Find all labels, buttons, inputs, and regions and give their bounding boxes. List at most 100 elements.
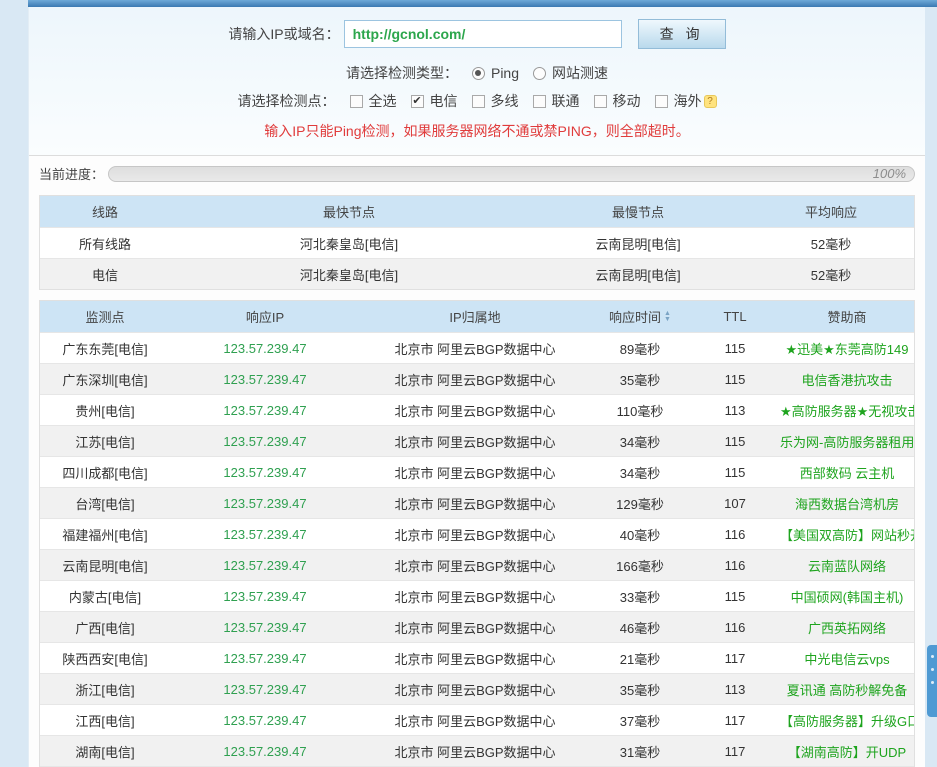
progress-bar: 100% bbox=[108, 166, 915, 182]
sponsor-cell: 【湖南高防】开UDP bbox=[780, 742, 914, 761]
checkbox-unchecked-icon[interactable] bbox=[350, 95, 363, 108]
summary-cell: 云南昆明[电信] bbox=[528, 234, 748, 253]
response-time-cell: 46毫秒 bbox=[590, 618, 690, 637]
checkbox-unchecked-icon[interactable] bbox=[594, 95, 607, 108]
progress-value: 100% bbox=[873, 166, 906, 181]
query-form: 请输入IP或域名： 查 询 请选择检测类型： Ping网站测速 请选择检测点： … bbox=[29, 7, 925, 156]
floating-side-widget[interactable] bbox=[927, 645, 937, 717]
ttl-cell: 116 bbox=[690, 558, 780, 573]
checkbox-option-0[interactable]: 全选 bbox=[350, 91, 397, 111]
result-row: 广西[电信]123.57.239.47北京市 阿里云BGP数据中心46毫秒116… bbox=[40, 611, 914, 642]
sort-arrows-icon[interactable]: ▲▼ bbox=[664, 311, 671, 323]
response-ip-cell: 123.57.239.47 bbox=[170, 744, 360, 759]
result-row: 贵州[电信]123.57.239.47北京市 阿里云BGP数据中心110毫秒11… bbox=[40, 394, 914, 425]
ttl-cell: 117 bbox=[690, 744, 780, 759]
ttl-cell: 116 bbox=[690, 527, 780, 542]
checkbox-unchecked-icon[interactable] bbox=[533, 95, 546, 108]
result-row: 广东深圳[电信]123.57.239.47北京市 阿里云BGP数据中心35毫秒1… bbox=[40, 363, 914, 394]
result-header-cell: 监测点 bbox=[40, 307, 170, 326]
response-time-cell: 34毫秒 bbox=[590, 432, 690, 451]
monitor-cell: 浙江[电信] bbox=[40, 680, 170, 699]
sponsor-cell: 夏讯通 高防秒解免备 bbox=[780, 680, 914, 699]
response-ip-cell: 123.57.239.47 bbox=[170, 434, 360, 449]
ip-domain-input[interactable] bbox=[344, 20, 622, 48]
checkbox-option-5[interactable]: 海外? bbox=[655, 91, 717, 111]
sponsor-link[interactable]: ★迅美★东莞高防149 bbox=[786, 342, 909, 357]
summary-header-cell: 平均响应 bbox=[748, 202, 914, 221]
result-row: 陕西西安[电信]123.57.239.47北京市 阿里云BGP数据中心21毫秒1… bbox=[40, 642, 914, 673]
response-time-cell: 34毫秒 bbox=[590, 463, 690, 482]
monitor-cell: 广东深圳[电信] bbox=[40, 370, 170, 389]
radio-label: Ping bbox=[491, 65, 519, 81]
sponsor-link[interactable]: 广西英拓网络 bbox=[808, 621, 886, 636]
summary-cell: 52毫秒 bbox=[748, 234, 914, 253]
result-row: 云南昆明[电信]123.57.239.47北京市 阿里云BGP数据中心166毫秒… bbox=[40, 549, 914, 580]
result-header-cell: 响应时间▲▼ bbox=[590, 307, 690, 326]
summary-cell: 云南昆明[电信] bbox=[528, 265, 748, 284]
query-button[interactable]: 查 询 bbox=[638, 19, 726, 49]
summary-table-header: 线路最快节点最慢节点平均响应 bbox=[40, 196, 914, 227]
response-time-cell: 40毫秒 bbox=[590, 525, 690, 544]
response-ip-cell: 123.57.239.47 bbox=[170, 651, 360, 666]
result-row: 浙江[电信]123.57.239.47北京市 阿里云BGP数据中心35毫秒113… bbox=[40, 673, 914, 704]
checkbox-label: 联通 bbox=[552, 91, 580, 111]
result-row: 江苏[电信]123.57.239.47北京市 阿里云BGP数据中心34毫秒115… bbox=[40, 425, 914, 456]
checkbox-unchecked-icon[interactable] bbox=[472, 95, 485, 108]
ttl-cell: 115 bbox=[690, 589, 780, 604]
ip-location-cell: 北京市 阿里云BGP数据中心 bbox=[360, 463, 590, 482]
ip-field-label: 请输入IP或域名： bbox=[228, 24, 339, 44]
checkbox-option-1[interactable]: ✔电信 bbox=[411, 91, 458, 111]
summary-cell: 河北秦皇岛[电信] bbox=[170, 234, 528, 253]
response-ip-cell: 123.57.239.47 bbox=[170, 682, 360, 697]
ttl-cell: 115 bbox=[690, 372, 780, 387]
sponsor-link[interactable]: 【湖南高防】开UDP bbox=[788, 745, 906, 760]
sponsor-link[interactable]: 电信香港抗攻击 bbox=[801, 373, 892, 388]
radio-label: 网站测速 bbox=[552, 63, 608, 83]
ttl-cell: 115 bbox=[690, 341, 780, 356]
response-ip-cell: 123.57.239.47 bbox=[170, 465, 360, 480]
monitor-cell: 内蒙古[电信] bbox=[40, 587, 170, 606]
radio-unselected-icon[interactable] bbox=[533, 67, 546, 80]
checkbox-option-4[interactable]: 移动 bbox=[594, 91, 641, 111]
result-table: 监测点响应IPIP归属地响应时间▲▼TTL赞助商 广东东莞[电信]123.57.… bbox=[39, 300, 915, 767]
sponsor-cell: 【美国双高防】网站秒开 bbox=[780, 525, 914, 544]
progress-label: 当前进度： bbox=[39, 164, 104, 183]
monitor-cell: 四川成都[电信] bbox=[40, 463, 170, 482]
checkbox-checked-icon[interactable]: ✔ bbox=[411, 95, 424, 108]
monitor-cell: 陕西西安[电信] bbox=[40, 649, 170, 668]
checkbox-option-2[interactable]: 多线 bbox=[472, 91, 519, 111]
sort-response-time-header[interactable]: 响应时间▲▼ bbox=[609, 307, 671, 326]
response-ip-cell: 123.57.239.47 bbox=[170, 527, 360, 542]
sponsor-link[interactable]: 中国硕网(韩国主机) bbox=[791, 590, 904, 605]
response-time-cell: 35毫秒 bbox=[590, 370, 690, 389]
sponsor-link[interactable]: 乐为网-高防服务器租用 bbox=[780, 435, 914, 450]
sponsor-link[interactable]: 云南蓝队网络 bbox=[808, 559, 886, 574]
sponsor-cell: 【高防服务器】升级G口 bbox=[780, 711, 914, 730]
radio-option-1[interactable]: 网站测速 bbox=[533, 63, 608, 83]
sponsor-link[interactable]: 【美国双高防】网站秒开 bbox=[780, 528, 914, 543]
response-ip-cell: 123.57.239.47 bbox=[170, 713, 360, 728]
checkbox-unchecked-icon[interactable] bbox=[655, 95, 668, 108]
sponsor-cell: 云南蓝队网络 bbox=[780, 556, 914, 575]
warning-text: 输入IP只能Ping检测，如果服务器网络不通或禁PING，则全部超时。 bbox=[29, 121, 925, 155]
response-time-cell: 110毫秒 bbox=[590, 401, 690, 420]
sponsor-link[interactable]: 夏讯通 高防秒解免备 bbox=[787, 683, 908, 698]
sponsor-link[interactable]: 海西数据台湾机房 bbox=[795, 497, 899, 512]
sponsor-link[interactable]: 西部数码 云主机 bbox=[800, 466, 895, 481]
result-header-cell: IP归属地 bbox=[360, 307, 590, 326]
radio-selected-icon[interactable] bbox=[472, 67, 485, 80]
result-row: 湖南[电信]123.57.239.47北京市 阿里云BGP数据中心31毫秒117… bbox=[40, 735, 914, 766]
summary-table: 线路最快节点最慢节点平均响应 所有线路河北秦皇岛[电信]云南昆明[电信]52毫秒… bbox=[39, 195, 915, 290]
checkbox-option-3[interactable]: 联通 bbox=[533, 91, 580, 111]
overseas-help-icon[interactable]: ? bbox=[704, 95, 717, 108]
sponsor-link[interactable]: 【高防服务器】升级G口 bbox=[780, 714, 914, 729]
sponsor-cell: 中国硕网(韩国主机) bbox=[780, 587, 914, 606]
summary-cell: 河北秦皇岛[电信] bbox=[170, 265, 528, 284]
summary-row: 电信河北秦皇岛[电信]云南昆明[电信]52毫秒 bbox=[40, 258, 914, 289]
monitor-cell: 台湾[电信] bbox=[40, 494, 170, 513]
monitor-cell: 贵州[电信] bbox=[40, 401, 170, 420]
radio-option-0[interactable]: Ping bbox=[472, 63, 519, 83]
summary-cell: 52毫秒 bbox=[748, 265, 914, 284]
sponsor-link[interactable]: ★高防服务器★无视攻击 bbox=[780, 404, 914, 419]
sponsor-link[interactable]: 中光电信云vps bbox=[804, 652, 889, 667]
